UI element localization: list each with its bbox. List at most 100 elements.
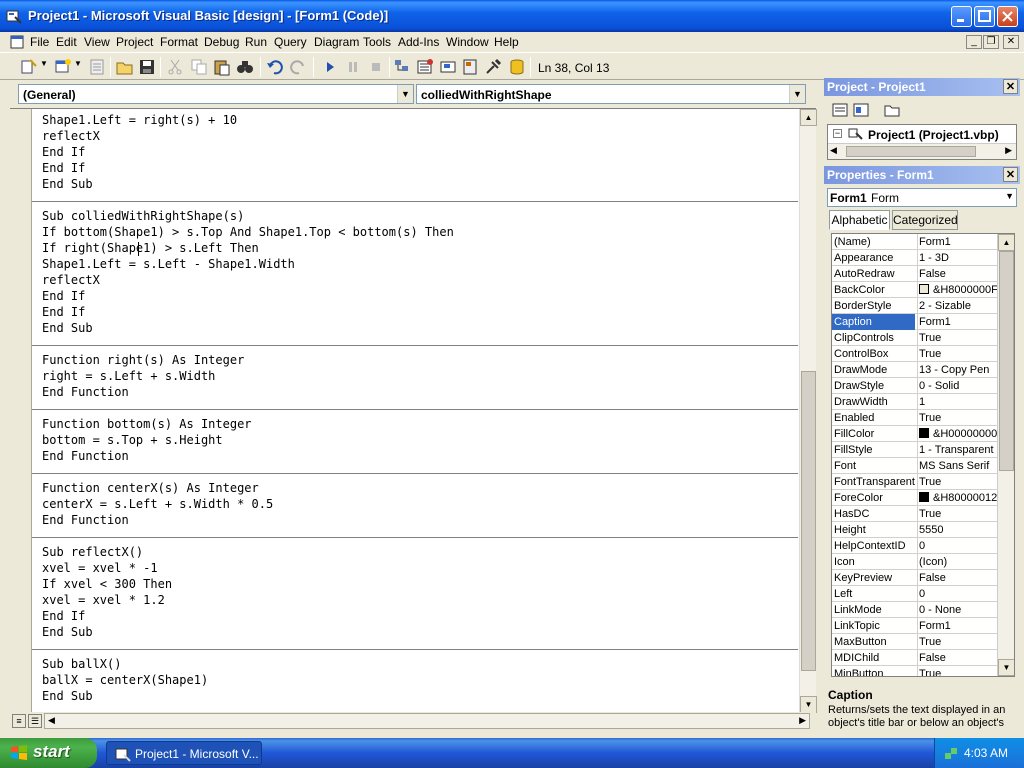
- menu-addins[interactable]: Add-Ins: [398, 35, 439, 49]
- property-value[interactable]: True: [919, 412, 997, 424]
- menu-run[interactable]: Run: [245, 35, 267, 49]
- property-row[interactable]: (Name) Form1: [832, 234, 998, 250]
- vertical-scrollbar[interactable]: ▲ ▼: [799, 109, 817, 713]
- property-row[interactable]: FillStyle 1 - Transparent: [832, 442, 998, 458]
- network-icon[interactable]: [943, 745, 959, 761]
- code-line[interactable]: If right(Shape1) > s.Left Then: [42, 241, 259, 257]
- property-row[interactable]: MaxButton True: [832, 634, 998, 650]
- toggle-folders-icon[interactable]: [884, 102, 900, 118]
- full-module-view-button[interactable]: ☰: [28, 714, 42, 728]
- chevron-down-icon[interactable]: ▼: [397, 85, 413, 103]
- property-row[interactable]: BackColor &H8000000F: [832, 282, 998, 298]
- property-value[interactable]: True: [919, 508, 997, 520]
- property-value[interactable]: 13 - Copy Pen: [919, 364, 997, 376]
- project-tree[interactable]: − Project1 (Project1.vbp) ◀ ▶: [827, 124, 1017, 160]
- property-row[interactable]: Height 5550: [832, 522, 998, 538]
- scroll-right-icon[interactable]: ▶: [799, 715, 806, 726]
- tab-alphabetic[interactable]: Alphabetic: [829, 210, 890, 230]
- property-row[interactable]: MinButton True: [832, 666, 998, 676]
- close-button[interactable]: [997, 6, 1018, 27]
- property-row[interactable]: Left 0: [832, 586, 998, 602]
- code-line[interactable]: bottom = s.Top + s.Height: [42, 433, 223, 449]
- menu-view[interactable]: View: [84, 35, 110, 49]
- menu-help[interactable]: Help: [494, 35, 519, 49]
- code-line[interactable]: End Sub: [42, 177, 93, 193]
- toolbox-icon[interactable]: [484, 58, 502, 76]
- scroll-left-icon[interactable]: ◀: [48, 715, 55, 726]
- chevron-down-icon[interactable]: ▼: [1005, 191, 1014, 201]
- property-value[interactable]: Form1: [919, 620, 997, 632]
- code-line[interactable]: End If: [42, 609, 85, 625]
- property-row[interactable]: AutoRedraw False: [832, 266, 998, 282]
- scroll-up-button[interactable]: ▲: [800, 109, 817, 126]
- code-line[interactable]: End Sub: [42, 321, 93, 337]
- property-value[interactable]: 0: [919, 540, 997, 552]
- code-line[interactable]: xvel = xvel * -1: [42, 561, 158, 577]
- scroll-thumb[interactable]: [846, 146, 976, 157]
- properties-object-combo[interactable]: Form1 Form ▼: [827, 188, 1017, 207]
- property-value[interactable]: &H8000000F: [919, 284, 997, 296]
- code-line[interactable]: If xvel < 300 Then: [42, 577, 172, 593]
- vb-app-icon[interactable]: [6, 8, 22, 24]
- property-row[interactable]: Caption Form1: [832, 314, 998, 330]
- code-line[interactable]: If bottom(Shape1) > s.Top And Shape1.Top…: [42, 225, 454, 241]
- code-line[interactable]: Shape1.Left = right(s) + 10: [42, 113, 237, 129]
- view-object-icon[interactable]: [853, 102, 869, 118]
- cut-icon[interactable]: [166, 58, 184, 76]
- add-form-dropdown-icon[interactable]: ▼: [74, 59, 82, 68]
- menu-query[interactable]: Query: [274, 35, 307, 49]
- code-line[interactable]: xvel = xvel * 1.2: [42, 593, 165, 609]
- property-row[interactable]: DrawStyle 0 - Solid: [832, 378, 998, 394]
- property-value[interactable]: True: [919, 668, 997, 676]
- child-close-button[interactable]: ✕: [1003, 35, 1019, 49]
- property-row[interactable]: LinkTopic Form1: [832, 618, 998, 634]
- code-line[interactable]: Sub reflectX(): [42, 545, 143, 561]
- property-value[interactable]: &H80000012: [919, 492, 997, 504]
- code-line[interactable]: Function centerX(s) As Integer: [42, 481, 259, 497]
- code-line[interactable]: reflectX: [42, 273, 100, 289]
- paste-icon[interactable]: [213, 58, 231, 76]
- code-line[interactable]: End Sub: [42, 689, 93, 705]
- save-project-icon[interactable]: [138, 58, 156, 76]
- property-value[interactable]: &H00000000: [919, 428, 997, 440]
- project-tree-hscroll[interactable]: ◀ ▶: [828, 143, 1016, 159]
- code-line[interactable]: reflectX: [42, 129, 100, 145]
- property-value[interactable]: False: [919, 652, 997, 664]
- property-row[interactable]: HelpContextID 0: [832, 538, 998, 554]
- property-value[interactable]: 0 - Solid: [919, 380, 997, 392]
- taskbar-item-vb[interactable]: Project1 - Microsoft V...: [106, 741, 262, 765]
- property-value[interactable]: 1 - 3D: [919, 252, 997, 264]
- project-explorer-icon[interactable]: [393, 58, 411, 76]
- procedure-view-button[interactable]: ≡: [12, 714, 26, 728]
- undo-icon[interactable]: [266, 58, 284, 76]
- property-row[interactable]: Enabled True: [832, 410, 998, 426]
- tab-categorized[interactable]: Categorized: [892, 210, 958, 230]
- add-project-dropdown-icon[interactable]: ▼: [40, 59, 48, 68]
- property-value[interactable]: Form1: [919, 316, 997, 328]
- property-value[interactable]: 0: [919, 588, 997, 600]
- code-line[interactable]: Function bottom(s) As Integer: [42, 417, 252, 433]
- child-restore-button[interactable]: ❐: [983, 35, 999, 49]
- properties-scrollbar[interactable]: ▲ ▼: [997, 234, 1014, 676]
- property-row[interactable]: ClipControls True: [832, 330, 998, 346]
- procedure-combo[interactable]: colliedWithRightShape ▼: [416, 84, 806, 104]
- property-row[interactable]: DrawMode 13 - Copy Pen: [832, 362, 998, 378]
- start-button[interactable]: start: [0, 738, 97, 768]
- property-row[interactable]: KeyPreview False: [832, 570, 998, 586]
- code-line[interactable]: End Function: [42, 513, 129, 529]
- menu-diagram[interactable]: Diagram: [314, 35, 359, 49]
- menu-file[interactable]: File: [30, 35, 49, 49]
- scroll-down-button[interactable]: ▼: [998, 659, 1014, 676]
- menu-project[interactable]: Project: [116, 35, 153, 49]
- scroll-thumb[interactable]: [801, 371, 816, 671]
- property-row[interactable]: LinkMode 0 - None: [832, 602, 998, 618]
- code-line[interactable]: Function right(s) As Integer: [42, 353, 244, 369]
- menu-edit[interactable]: Edit: [56, 35, 77, 49]
- collapse-icon[interactable]: −: [833, 129, 842, 138]
- property-row[interactable]: Appearance 1 - 3D: [832, 250, 998, 266]
- scroll-thumb[interactable]: [999, 251, 1014, 471]
- add-project-icon[interactable]: [20, 58, 38, 76]
- code-lines[interactable]: Shape1.Left = right(s) + 10 reflectX End I…: [32, 109, 798, 713]
- properties-window-icon[interactable]: [416, 58, 434, 76]
- redo-icon[interactable]: [289, 58, 307, 76]
